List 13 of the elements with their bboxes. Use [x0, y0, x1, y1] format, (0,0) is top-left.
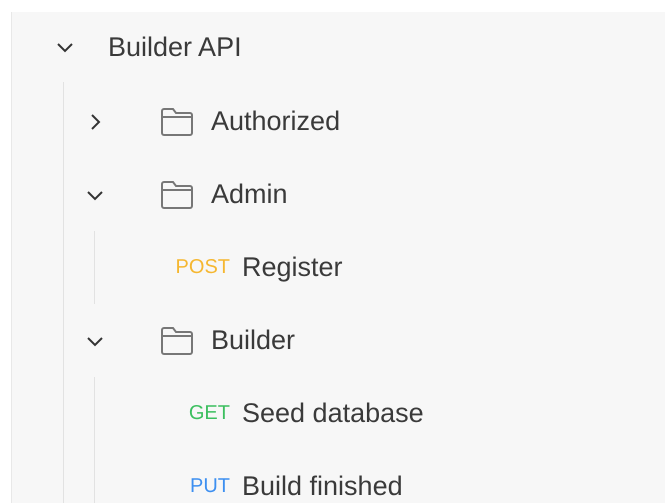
request-name[interactable]: Register: [242, 252, 343, 283]
folder-name[interactable]: Admin: [211, 179, 288, 210]
folder-icon: [160, 180, 194, 210]
http-method: GET: [188, 402, 230, 425]
collection-name[interactable]: Builder API: [108, 32, 242, 62]
folder-name[interactable]: Builder: [211, 325, 296, 356]
http-method: PUT: [189, 475, 230, 498]
folder-name[interactable]: Authorized: [211, 106, 340, 137]
folder-icon: [160, 106, 194, 136]
http-method: POST: [174, 256, 230, 279]
request-name[interactable]: Seed database: [242, 398, 424, 429]
folder-icon: [160, 326, 194, 356]
request-name[interactable]: Build finished: [242, 471, 403, 502]
